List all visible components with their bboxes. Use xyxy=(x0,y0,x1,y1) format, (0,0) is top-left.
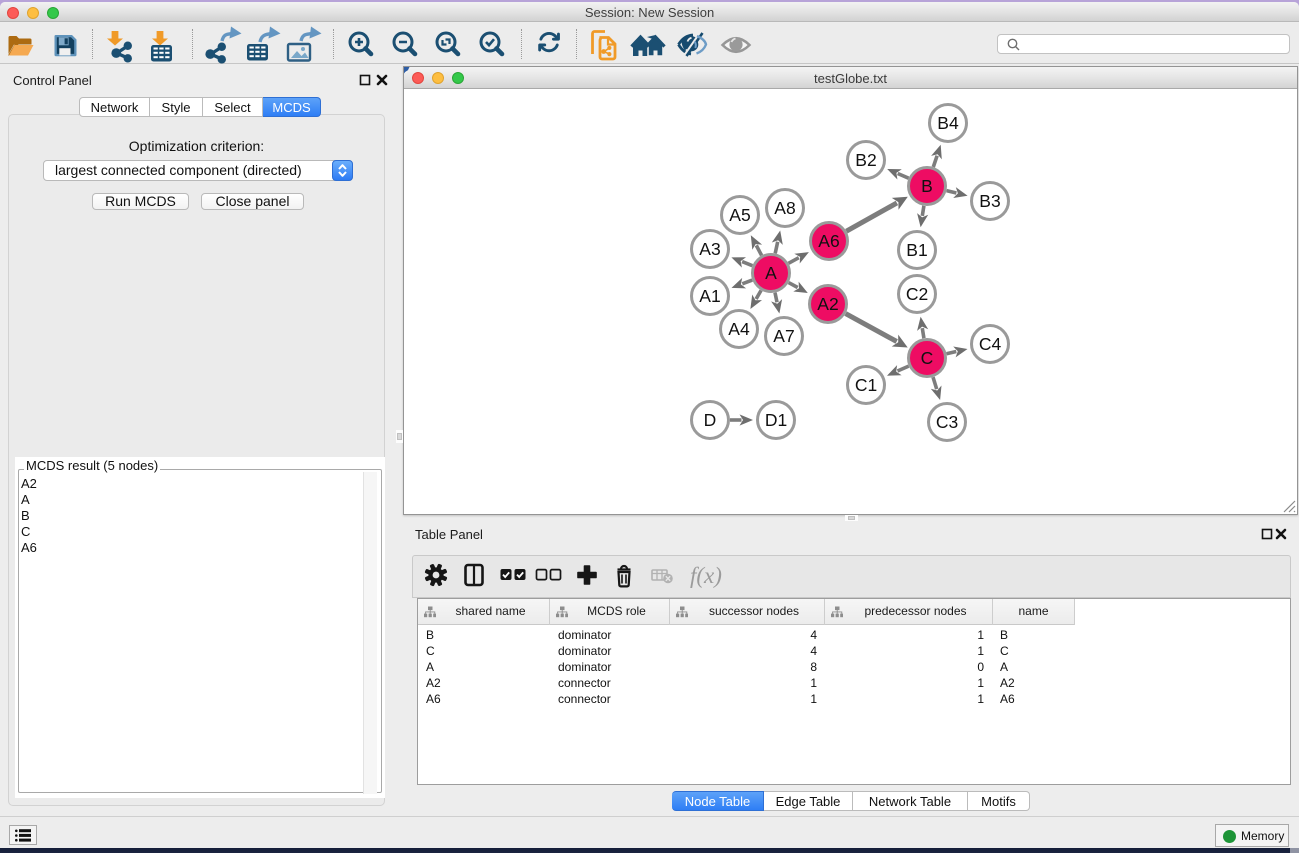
svg-text:C: C xyxy=(921,348,934,368)
svg-text:B2: B2 xyxy=(855,150,876,170)
svg-text:A4: A4 xyxy=(728,319,750,339)
svg-text:C4: C4 xyxy=(979,334,1002,354)
svg-text:C1: C1 xyxy=(855,375,877,395)
svg-text:A: A xyxy=(765,263,777,283)
svg-text:A5: A5 xyxy=(729,205,750,225)
svg-text:A3: A3 xyxy=(699,239,720,259)
svg-text:A8: A8 xyxy=(774,198,795,218)
svg-text:B3: B3 xyxy=(979,191,1000,211)
svg-text:A7: A7 xyxy=(773,326,794,346)
svg-text:B4: B4 xyxy=(937,113,959,133)
svg-text:B1: B1 xyxy=(906,240,927,260)
svg-text:B: B xyxy=(921,176,933,196)
svg-text:A1: A1 xyxy=(699,286,720,306)
svg-text:f(x): f(x) xyxy=(690,563,722,588)
svg-text:A6: A6 xyxy=(818,231,839,251)
svg-text:D: D xyxy=(704,410,717,430)
svg-text:C2: C2 xyxy=(906,284,928,304)
svg-text:D1: D1 xyxy=(765,410,787,430)
svg-text:C3: C3 xyxy=(936,412,958,432)
svg-text:A2: A2 xyxy=(817,294,838,314)
